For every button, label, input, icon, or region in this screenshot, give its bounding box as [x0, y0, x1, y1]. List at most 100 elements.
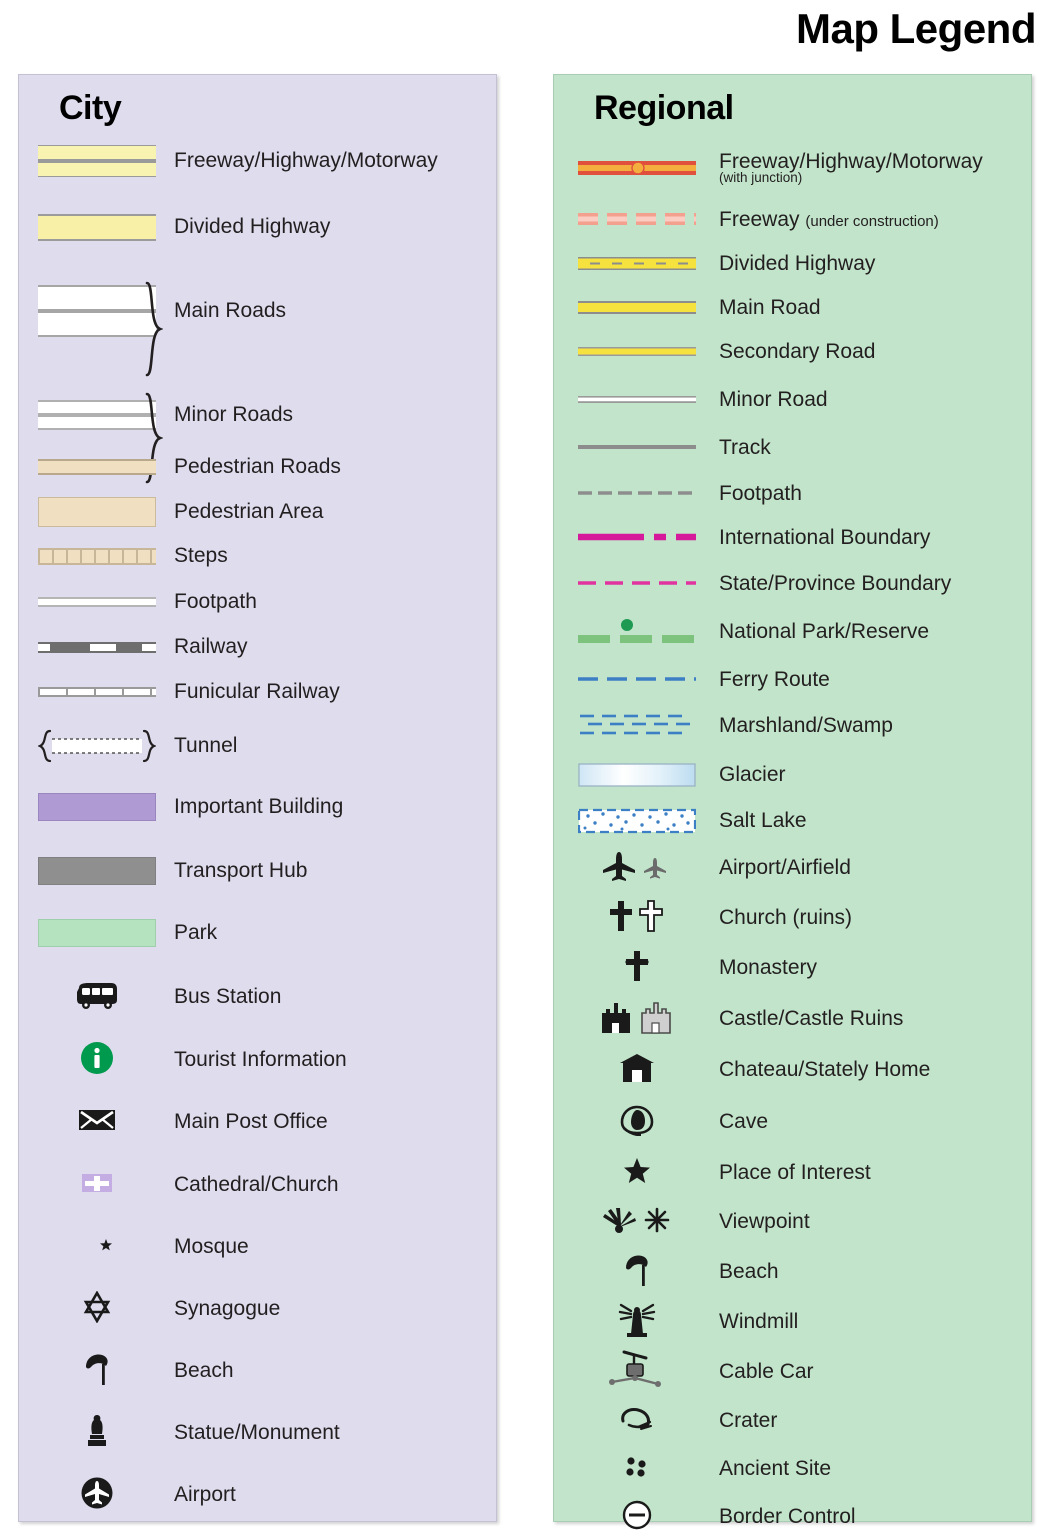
legend-row-regional-crater[interactable]: Crater: [554, 1401, 1031, 1441]
legend-row-regional-border-control[interactable]: Border Control: [554, 1497, 1031, 1533]
legend-row-city-freeway[interactable]: Freeway/Highway/Motorway: [19, 141, 496, 181]
legend-row-city-cathedral-church[interactable]: Cathedral/Church: [19, 1165, 496, 1205]
legend-row-regional-cave[interactable]: Cave: [554, 1101, 1031, 1143]
border-control-icon-cell: [554, 1499, 719, 1533]
legend-row-regional-castle[interactable]: Castle/Castle Ruins: [554, 997, 1031, 1041]
minor-roads-swatch-2: [37, 415, 156, 430]
legend-row-city-synagogue[interactable]: Synagogue: [19, 1289, 496, 1329]
legend-label: Marshland/Swamp: [719, 713, 893, 737]
castle-icon-cell: [554, 999, 719, 1040]
legend-row-city-main-post-office[interactable]: Main Post Office: [19, 1102, 496, 1142]
legend-row-regional-marshland[interactable]: Marshland/Swamp: [554, 707, 1031, 745]
legend-row-city-important-building[interactable]: Important Building: [19, 789, 496, 825]
legend-row-regional-ancient-site[interactable]: Ancient Site: [554, 1449, 1031, 1489]
footpath-line-cell: [554, 483, 719, 505]
footpath-swatch-cell: [19, 597, 174, 607]
main-roads-swatch-2: [37, 311, 156, 337]
legend-row-city-statue-monument[interactable]: Statue/Monument: [19, 1413, 496, 1453]
star-of-david-icon: [81, 1289, 113, 1328]
ferry-route-line: [577, 669, 696, 691]
legend-row-city-footpath[interactable]: Footpath: [19, 585, 496, 619]
legend-row-regional-church-ruins[interactable]: Church (ruins): [554, 897, 1031, 939]
legend-row-regional-international-boundary[interactable]: International Boundary: [554, 521, 1031, 555]
legend-row-city-main-roads[interactable]: Main Roads: [19, 261, 496, 377]
legend-label: Airport/Airfield: [719, 855, 851, 879]
tunnel-swatch: [36, 728, 157, 764]
monastery-cross-icon-cell: [554, 949, 719, 988]
envelope-icon-cell: [19, 1107, 174, 1138]
statue-icon-cell: [19, 1414, 174, 1453]
legend-row-regional-footpath[interactable]: Footpath: [554, 477, 1031, 511]
footpath-swatch: [37, 597, 156, 607]
pedestrian-roads-swatch: [37, 459, 156, 475]
legend-row-regional-windmill[interactable]: Windmill: [554, 1301, 1031, 1343]
state-boundary-line: [577, 573, 696, 595]
legend-row-regional-secondary-road[interactable]: Secondary Road: [554, 335, 1031, 369]
legend-row-city-beach[interactable]: Beach: [19, 1351, 496, 1391]
secondary-road-line: [577, 341, 696, 363]
legend-label: Main Post Office: [174, 1109, 328, 1133]
legend-row-regional-national-park[interactable]: National Park/Reserve: [554, 613, 1031, 651]
legend-row-regional-freeway-junction[interactable]: Freeway/Highway/Motorway (with junction): [554, 149, 1031, 187]
legend-row-regional-chateau[interactable]: Chateau/Stately Home: [554, 1049, 1031, 1091]
legend-label: Important Building: [174, 794, 344, 818]
legend-row-regional-cable-car[interactable]: Cable Car: [554, 1349, 1031, 1395]
legend-label: Main Roads: [174, 298, 287, 322]
legend-label: Track: [719, 435, 771, 459]
legend-row-regional-minor-road[interactable]: Minor Road: [554, 383, 1031, 417]
legend-row-regional-freeway-construction[interactable]: Freeway (under construction): [554, 203, 1031, 237]
legend-row-regional-divided-highway[interactable]: Divided Highway: [554, 247, 1031, 281]
page-title: Map Legend: [795, 5, 1037, 52]
legend-label: Footpath: [719, 481, 802, 505]
legend-label: Ancient Site: [719, 1456, 832, 1480]
windmill-icon: [615, 1302, 659, 1343]
legend-row-city-tunnel[interactable]: Tunnel: [19, 725, 496, 767]
legend-label: Viewpoint: [719, 1209, 810, 1233]
legend-row-city-bus-station[interactable]: Bus Station: [19, 977, 496, 1017]
legend-label: Windmill: [719, 1309, 799, 1333]
legend-row-regional-beach[interactable]: Beach: [554, 1251, 1031, 1293]
legend-row-regional-state-boundary[interactable]: State/Province Boundary: [554, 567, 1031, 601]
legend-row-city-park[interactable]: Park: [19, 915, 496, 951]
legend-label: Castle/Castle Ruins: [719, 1006, 904, 1030]
freeway-swatch-cell: [19, 145, 174, 177]
legend-row-city-pedestrian-roads[interactable]: Pedestrian Roads: [19, 449, 496, 485]
legend-label: Statue/Monument: [174, 1420, 340, 1444]
main-road-line: [577, 297, 696, 319]
legend-row-city-steps[interactable]: Steps: [19, 539, 496, 573]
glacier-swatch: [577, 762, 696, 788]
legend-row-city-tourist-information[interactable]: Tourist Information: [19, 1039, 496, 1081]
legend-row-city-mosque[interactable]: Mosque: [19, 1227, 496, 1267]
legend-row-regional-glacier[interactable]: Glacier: [554, 757, 1031, 793]
legend-row-regional-viewpoint[interactable]: Viewpoint: [554, 1201, 1031, 1243]
legend-label: State/Province Boundary: [719, 571, 952, 595]
legend-row-city-funicular-railway[interactable]: Funicular Railway: [19, 675, 496, 709]
legend-label: Ferry Route: [719, 667, 830, 691]
legend-row-regional-airport-airfield[interactable]: Airport/Airfield: [554, 847, 1031, 889]
cave-icon-cell: [554, 1104, 719, 1141]
legend-row-regional-ferry-route[interactable]: Ferry Route: [554, 663, 1031, 697]
map-legend-page: Map Legend City Freeway/Highway/Motorway…: [0, 0, 1050, 1533]
legend-label: Salt Lake: [719, 808, 807, 832]
legend-row-city-divided-highway[interactable]: Divided Highway: [19, 209, 496, 245]
railway-swatch: [37, 641, 156, 653]
transport-hub-swatch: [37, 857, 156, 885]
beach-umbrella-icon: [622, 1253, 652, 1292]
legend-row-regional-monastery[interactable]: Monastery: [554, 947, 1031, 989]
park-swatch-cell: [19, 919, 174, 947]
envelope-icon: [78, 1107, 116, 1138]
legend-row-regional-salt-lake[interactable]: Salt Lake: [554, 803, 1031, 839]
legend-row-regional-place-of-interest[interactable]: Place of Interest: [554, 1153, 1031, 1193]
star-of-david-icon-cell: [19, 1289, 174, 1328]
legend-row-regional-main-road[interactable]: Main Road: [554, 291, 1031, 325]
legend-row-city-pedestrian-area[interactable]: Pedestrian Area: [19, 493, 496, 531]
legend-row-regional-track[interactable]: Track: [554, 431, 1031, 465]
statue-icon: [86, 1414, 108, 1453]
important-building-swatch: [37, 793, 156, 821]
legend-label: Glacier: [719, 762, 786, 786]
funicular-railway-swatch: [37, 687, 156, 697]
legend-row-city-transport-hub[interactable]: Transport Hub: [19, 853, 496, 889]
airplane-circle-icon-cell: [19, 1476, 174, 1515]
legend-row-city-railway[interactable]: Railway: [19, 630, 496, 664]
legend-row-city-airport[interactable]: Airport: [19, 1475, 496, 1515]
